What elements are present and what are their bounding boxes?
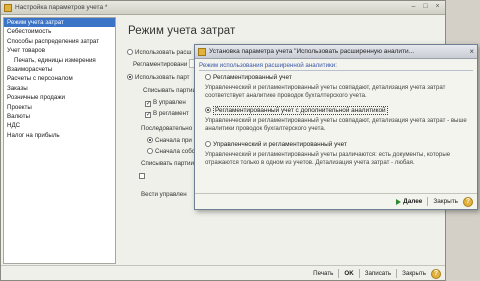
reglament-label: Регламентировани [133, 61, 188, 68]
sidebar-item-settlements[interactable]: Взаиморасчеты [4, 65, 115, 74]
close-icon[interactable]: × [433, 3, 442, 12]
keep-management-label: Вести управлен [141, 191, 187, 198]
sidebar-item-vat[interactable]: НДС [4, 121, 115, 130]
sidebar-item-retail[interactable]: Розничные продажи [4, 93, 115, 102]
mode-group-label: Режим использования расширенной аналитик… [199, 62, 337, 69]
radio-first-own[interactable] [147, 148, 153, 154]
sidebar-item-staff[interactable]: Расчеты с персоналом [4, 74, 115, 83]
extended-analytics-option[interactable]: Использовать расш [127, 49, 191, 56]
option-reglament-desc: Управленческий и регламентированный учет… [205, 84, 446, 100]
sidebar-item-profit-tax[interactable]: Налог на прибыль [4, 131, 115, 140]
option-management[interactable]: Управленческий и регламентированный учет [205, 141, 347, 148]
ok-button[interactable]: OK [344, 270, 353, 277]
dialog-titlebar: Установка параметра учета "Использовать … [195, 45, 477, 59]
next-button[interactable]: Далее [396, 198, 422, 205]
dialog-close-button[interactable]: Закрыть [433, 198, 458, 205]
radio-first-incoming[interactable] [147, 137, 153, 143]
write-off-label-1: Списывать партии [143, 87, 196, 94]
sidebar-item-cost-mode[interactable]: Режим учета затрат [4, 18, 115, 28]
checkbox-keep-management[interactable] [139, 173, 145, 179]
option-reglament[interactable]: Регламентированный учет [205, 74, 292, 81]
option-reglament-extra-desc: Управленческий и регламентированный учет… [205, 117, 467, 133]
reglament-check[interactable]: ✓ В регламент [145, 110, 189, 118]
first-own-option[interactable]: Сначала собс [147, 148, 195, 155]
dialog-close-icon[interactable]: × [469, 47, 474, 56]
app-icon [198, 47, 206, 56]
group-divider [199, 70, 473, 71]
main-titlebar: Настройка параметров учета * – □ × [1, 1, 445, 15]
minimize-icon[interactable]: – [409, 3, 418, 12]
divider [338, 269, 340, 278]
app-icon [4, 3, 12, 12]
keep-management-check[interactable] [139, 173, 147, 180]
radio-reglament-extra[interactable] [205, 107, 211, 113]
radio-extended-analytics[interactable] [127, 49, 133, 55]
window-title: Настройка параметров учета * [15, 4, 108, 11]
arrow-right-icon [396, 198, 402, 205]
radio-batch[interactable] [127, 74, 133, 80]
sidebar-item-cost-distribution[interactable]: Способы распределения затрат [4, 37, 115, 46]
radio-management[interactable] [205, 141, 211, 147]
print-button[interactable]: Печать [313, 270, 333, 277]
dialog-title: Установка параметра учета "Использовать … [209, 48, 415, 55]
sidebar-item-cost-price[interactable]: Себестоимость [4, 27, 115, 36]
sidebar-item-print-units[interactable]: Печать, единицы измерения [4, 56, 115, 65]
page-title: Режим учета затрат [128, 25, 236, 37]
sequence-label: Последовательно [141, 125, 193, 132]
divider [358, 269, 360, 278]
first-incoming-option[interactable]: Сначала при [147, 137, 192, 144]
management-check[interactable]: ✓ В управлен [145, 99, 186, 107]
dialog-button-bar: Далее Закрыть ? [195, 193, 477, 209]
batch-option[interactable]: Использовать парт [127, 74, 189, 81]
sidebar-item-projects[interactable]: Проекты [4, 103, 115, 112]
divider [396, 269, 398, 278]
option-reglament-extra[interactable]: Регламентированный учет с дополнительной… [205, 106, 388, 115]
write-off-label-2: Списывать партии [141, 160, 194, 167]
main-button-bar: Печать OK Записать Закрыть ? [1, 265, 445, 281]
help-icon[interactable]: ? [463, 196, 473, 207]
divider [427, 197, 429, 206]
save-button[interactable]: Записать [365, 270, 391, 277]
close-button[interactable]: Закрыть [402, 270, 426, 277]
checkbox-reglament[interactable]: ✓ [145, 112, 151, 118]
maximize-icon[interactable]: □ [421, 3, 430, 12]
sidebar-item-orders[interactable]: Заказы [4, 84, 115, 93]
radio-reglament[interactable] [205, 74, 211, 80]
help-icon[interactable]: ? [431, 268, 441, 279]
option-management-desc: Управленческий и регламентированный учет… [205, 151, 451, 167]
sidebar-item-currencies[interactable]: Валюты [4, 112, 115, 121]
sidebar-item-goods[interactable]: Учет товаров [4, 46, 115, 55]
analytics-dialog: Установка параметра учета "Использовать … [194, 44, 478, 210]
checkbox-management[interactable]: ✓ [145, 101, 151, 107]
sidebar: Режим учета затрат Себестоимость Способы… [3, 17, 116, 264]
